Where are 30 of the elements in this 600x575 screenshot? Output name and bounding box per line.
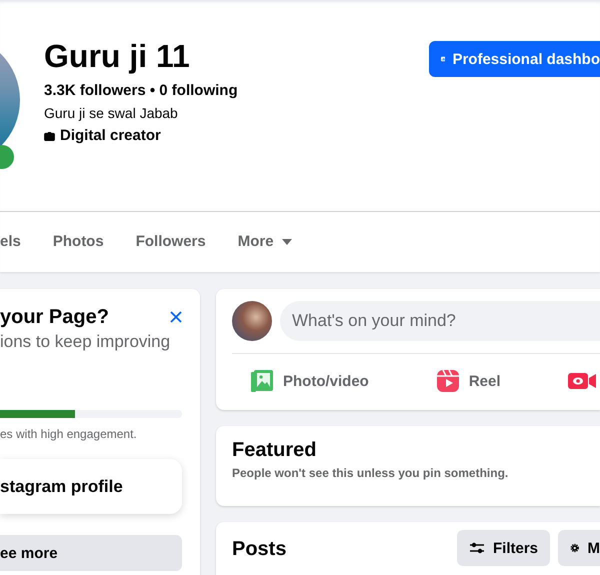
photo-placeholder [232,301,272,341]
composer-action[interactable]: Reel [420,362,517,400]
profile-tab[interactable]: More [222,212,308,271]
image-icon [250,369,274,393]
composer-action[interactable]: Photo/video [234,362,385,400]
filters-button[interactable]: Filters [456,530,550,566]
sliders-icon [468,541,485,555]
post-input-field[interactable]: What's on your mind? [280,301,600,341]
follower-stats: 3.3K followers • 0 following [44,81,238,101]
manage-button[interactable]: M [558,530,600,566]
progress-note: es with high engagement. [0,426,138,442]
profile-tab[interactable]: els [0,212,37,271]
card-subtitle: ions to keep improving [0,331,172,353]
briefcase-icon [44,132,55,140]
section-title: Featured [232,438,318,462]
card-title: your Page? [0,305,109,329]
section-title: Posts [232,537,286,562]
page-bio: Guru ji se swal Jabab [44,104,179,123]
video-camera-icon [568,371,596,391]
task-item[interactable]: stagram profile [0,459,182,514]
section-description: People won't see this unless you pin something. [232,465,510,482]
close-icon[interactable] [170,311,182,323]
profile-tab[interactable]: Followers [120,212,222,271]
clapperboard-icon [436,369,460,393]
page-category: Digital creator [60,126,161,146]
professional-dashboard-button[interactable]: Professional dashbo [429,41,600,77]
page-name: Guru ji 11 [44,37,191,75]
caret-icon [282,238,292,244]
profile-tab[interactable]: Photos [36,212,120,271]
see-more-button[interactable]: ee more [0,535,182,571]
